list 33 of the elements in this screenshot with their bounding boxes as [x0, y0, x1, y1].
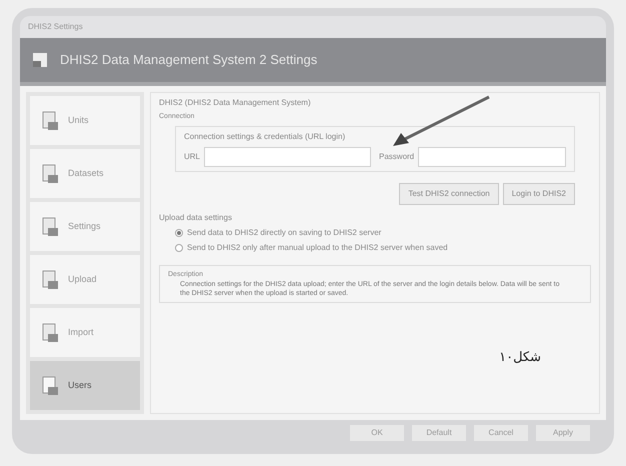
- page-icon: [42, 216, 60, 236]
- field-label: Password: [379, 150, 414, 162]
- window-caption: DHIS2 Settings: [28, 21, 83, 33]
- window-title: DHIS2 Data Management System 2 Settings: [60, 51, 318, 70]
- group-title: Connection settings & credentials (URL login): [184, 130, 346, 142]
- radio-button[interactable]: [175, 228, 183, 236]
- page-icon: [42, 164, 60, 184]
- action-button[interactable]: Login to DHIS2: [502, 182, 575, 204]
- page-icon: [42, 270, 60, 290]
- sidebar-item[interactable]: Import: [30, 308, 140, 357]
- sidebar-item[interactable]: Units: [30, 96, 140, 145]
- section-label: Upload data settings: [159, 212, 233, 224]
- option-label: Send to DHIS2 only after manual upload to the DHIS2 server when saved: [187, 242, 448, 254]
- action-button[interactable]: Test DHIS2 connection: [399, 182, 499, 204]
- panel-title: DHIS2 (DHIS2 Data Management System): [159, 97, 312, 109]
- option-label: Send data to DHIS2 directly on saving to DHIS2 server: [187, 226, 382, 238]
- figure-caption: شکل۱۰: [499, 348, 541, 367]
- dialog-button[interactable]: OK: [350, 425, 404, 441]
- sidebar-item[interactable]: Datasets: [30, 149, 140, 198]
- text-field[interactable]: [204, 146, 371, 166]
- dialog-button[interactable]: Apply: [536, 425, 590, 441]
- sidebar-item[interactable]: Users: [30, 361, 140, 410]
- text-field[interactable]: [418, 146, 566, 166]
- page-icon: [42, 322, 60, 342]
- page-icon: [42, 376, 60, 396]
- radio-button[interactable]: [175, 244, 183, 252]
- field-label: URL: [184, 150, 200, 162]
- page-icon: [42, 110, 60, 130]
- dialog-button[interactable]: Cancel: [474, 425, 528, 441]
- sidebar-item[interactable]: Upload: [30, 255, 140, 304]
- dialog-button[interactable]: Default: [412, 425, 466, 441]
- sidebar-item[interactable]: Settings: [30, 202, 140, 251]
- app-icon: [32, 52, 48, 68]
